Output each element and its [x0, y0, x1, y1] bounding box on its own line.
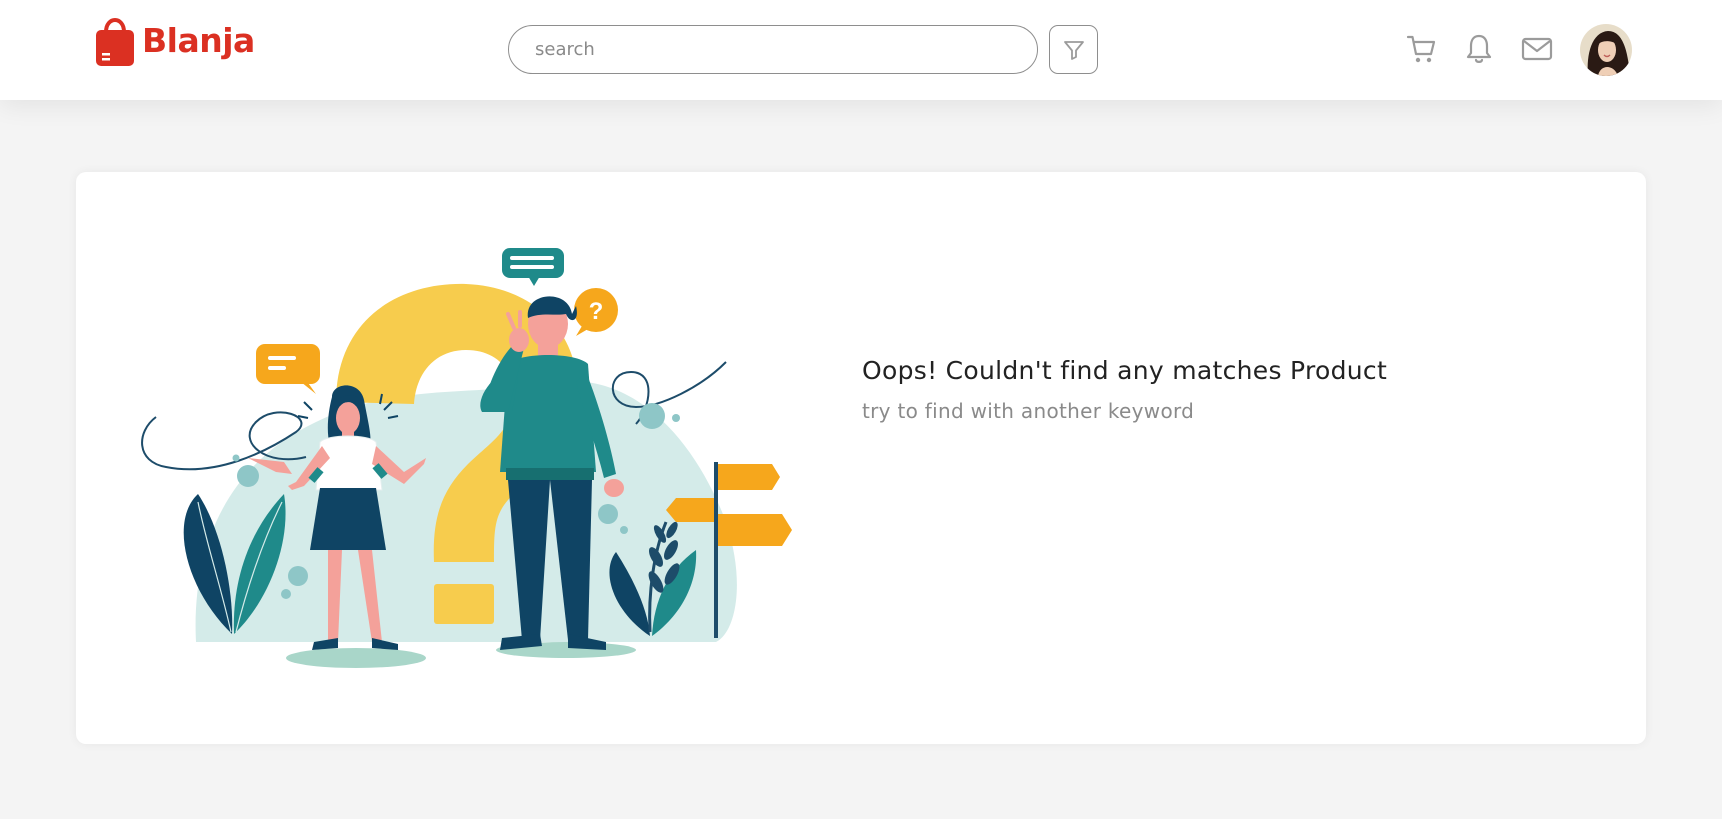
mail-button[interactable] [1519, 31, 1555, 67]
brand-name: Blanja [142, 20, 255, 60]
cart-icon [1406, 35, 1436, 63]
empty-state-card: ? Oops! Couldn't find any matches Produc… [76, 172, 1646, 744]
not-found-illustration: ? [141, 248, 792, 668]
funnel-icon [1063, 40, 1084, 60]
brand-logo[interactable]: Blanja [94, 10, 255, 68]
notification-button[interactable] [1461, 31, 1497, 67]
empty-state-subtitle: try to find with another keyword [862, 399, 1195, 423]
empty-state-title: Oops! Couldn't find any matches Product [862, 356, 1388, 385]
speech-bubble-question: ? [574, 288, 618, 336]
filter-button[interactable] [1049, 25, 1098, 74]
cart-button[interactable] [1404, 31, 1440, 67]
navbar: Blanja [0, 0, 1722, 100]
speech-bubble-teal-top [502, 248, 564, 286]
shopping-bag-icon [96, 18, 134, 66]
search-input[interactable] [509, 26, 1037, 73]
avatar-image [1580, 24, 1632, 76]
svg-text:?: ? [589, 298, 604, 325]
mail-icon [1521, 37, 1553, 61]
speech-bubble-orange-left [256, 344, 320, 394]
bell-icon [1466, 34, 1492, 63]
empty-state-message: Oops! Couldn't find any matches Product … [862, 356, 1387, 423]
user-avatar[interactable] [1580, 24, 1632, 76]
search-box [508, 25, 1038, 74]
